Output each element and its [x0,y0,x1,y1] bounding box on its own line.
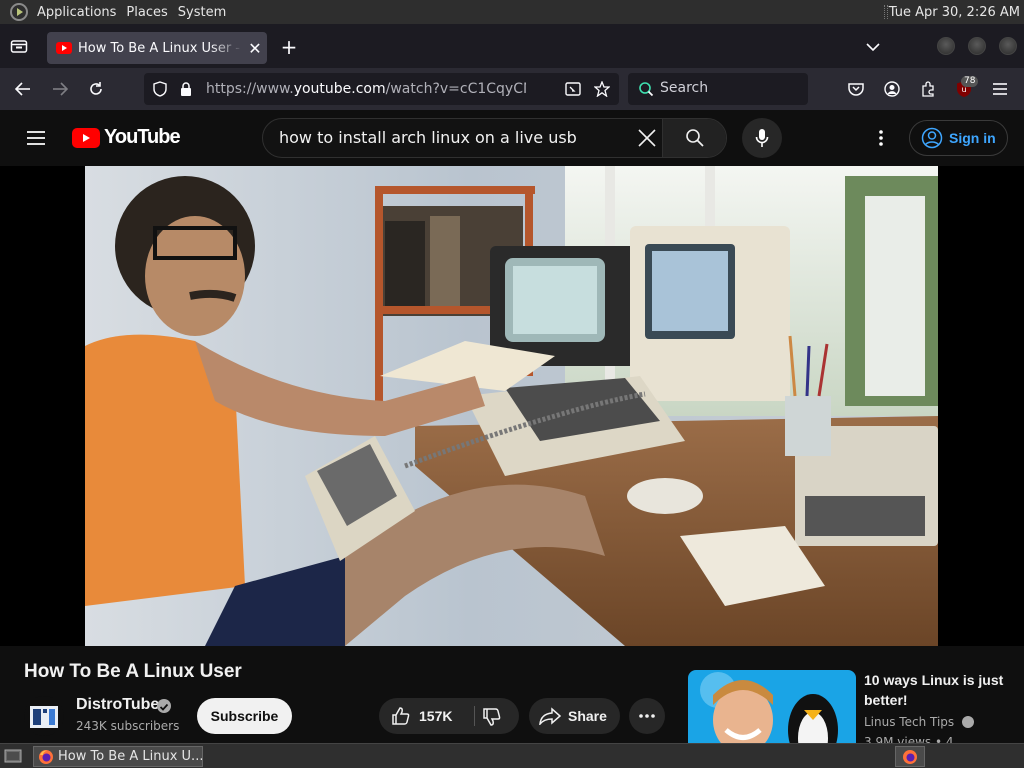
channel-name[interactable]: DistroTube [76,696,159,714]
reload-icon[interactable] [85,78,107,100]
applications-menu[interactable]: Applications [32,0,121,24]
tab-title: How To Be A Linux User - YouTube [78,40,243,56]
youtube-search-button[interactable] [662,119,726,157]
tab-active[interactable]: How To Be A Linux User - YouTube ✕ [47,32,267,64]
tracking-protection-icon[interactable] [152,81,168,97]
recommended-view-count: 3.9M views • 4 [864,735,954,743]
recommended-verified-icon [961,716,974,728]
back-icon[interactable] [12,78,34,100]
share-label: Share [568,708,607,724]
clear-search-icon[interactable] [636,127,658,149]
subscribe-button[interactable]: Subscribe [197,698,292,734]
channel-avatar[interactable] [24,696,64,736]
close-window-button[interactable] [999,37,1017,55]
sign-in-label: Sign in [949,130,996,146]
account-icon[interactable] [881,78,903,100]
web-search-bar[interactable]: Search [628,73,808,105]
taskbar-window-label: How To Be A Linux U... [58,749,203,764]
panel-separator [884,5,888,19]
reader-view-icon[interactable] [564,81,582,97]
ublock-badge: 78 [961,76,979,87]
bottom-taskbar: How To Be A Linux U... [0,743,1024,768]
list-all-tabs-icon[interactable] [862,36,884,58]
nav-toolbar: https://www.youtube.com/watch?v=cC1CqyCN… [0,68,1024,110]
app-menu-icon[interactable] [989,78,1011,100]
youtube-play-icon [72,127,100,148]
search-engine-icon [638,81,654,97]
tab-strip: How To Be A Linux User - YouTube ✕ + [0,24,1024,68]
search-icon [684,128,706,148]
new-tab-icon[interactable]: + [278,35,300,59]
firefox-icon [38,749,54,765]
youtube-wordmark: YouTube [104,126,181,148]
places-menu[interactable]: Places [121,0,172,24]
voice-search-button[interactable] [742,118,782,158]
youtube-favicon-icon [56,42,72,54]
firefox-view-icon[interactable] [8,36,30,56]
taskbar-window-button[interactable]: How To Be A Linux U... [33,746,203,767]
bookmark-star-icon[interactable] [593,80,611,98]
verified-badge-icon [157,699,171,713]
url-bar[interactable]: https://www.youtube.com/watch?v=cC1CqyCN… [144,73,619,105]
youtube-search-box[interactable]: how to install arch linux on a live usb [262,118,727,158]
dislike-icon[interactable] [482,707,502,727]
workspace-switcher[interactable] [895,746,925,767]
panel-clock[interactable]: Tue Apr 30, 2:26 AM [889,0,1020,24]
recommended-channel-name[interactable]: Linus Tech Tips [864,715,974,729]
maximize-window-button[interactable] [968,37,986,55]
more-actions-button[interactable] [629,698,665,734]
microphone-icon [752,127,772,149]
url-text[interactable]: https://www.youtube.com/watch?v=cC1CqyCN… [206,73,526,105]
extensions-icon[interactable] [917,78,939,100]
like-dislike-group: 157K [379,698,519,734]
youtube-logo[interactable]: YouTube [72,126,181,149]
account-circle-icon [921,127,943,149]
top-panel: Applications Places System Tue Apr 30, 2… [0,0,1024,24]
subscriber-count: 243K subscribers [76,719,180,733]
like-icon[interactable] [391,706,411,726]
video-player[interactable] [0,166,1024,646]
recommended-channel-label: Linus Tech Tips [864,715,955,729]
minimize-window-button[interactable] [937,37,955,55]
share-icon [539,706,561,726]
sign-in-button[interactable]: Sign in [909,120,1008,156]
settings-more-icon[interactable] [870,126,892,150]
youtube-search-input[interactable]: how to install arch linux on a live usb [279,119,577,157]
youtube-masthead: YouTube how to install arch linux on a l… [0,110,1024,166]
system-menu[interactable]: System [173,0,231,24]
pocket-icon[interactable] [845,78,867,100]
recommended-video-title[interactable]: 10 ways Linux is just better! [864,670,1014,710]
forward-icon[interactable] [49,78,71,100]
watch-metadata: How To Be A Linux User DistroTube 243K s… [0,646,1024,743]
tab-close-icon[interactable]: ✕ [243,39,267,58]
distro-logo-icon[interactable] [10,3,28,21]
like-divider [474,706,475,726]
share-button[interactable]: Share [529,698,620,734]
recommended-video-thumbnail[interactable] [688,670,856,743]
lock-icon[interactable] [178,81,194,97]
search-placeholder: Search [660,80,709,96]
like-count[interactable]: 157K [419,698,452,734]
show-desktop-icon[interactable] [3,747,23,765]
guide-menu-icon[interactable] [24,126,48,150]
video-title: How To Be A Linux User [24,661,242,682]
more-horizontal-icon [637,706,657,726]
video-frame-image[interactable] [85,166,938,646]
